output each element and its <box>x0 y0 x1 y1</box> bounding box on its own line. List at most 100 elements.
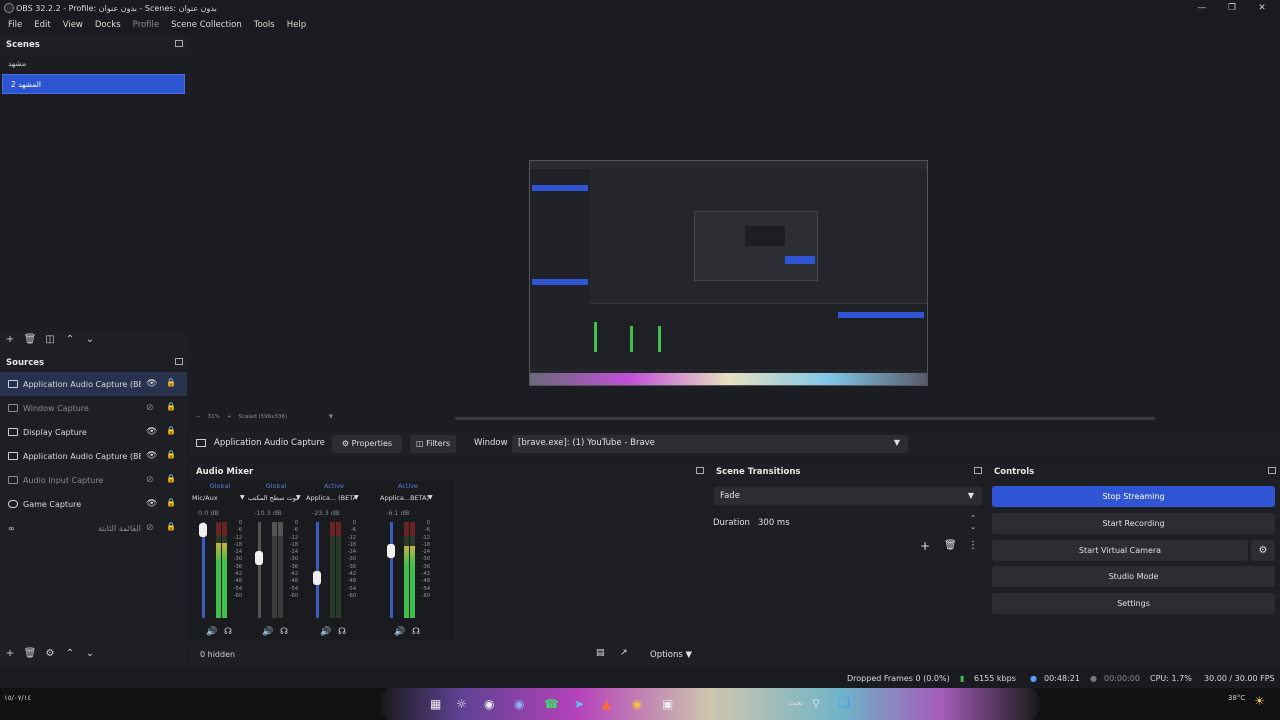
transition-select[interactable]: Fade ▼ <box>714 487 982 505</box>
eye-icon[interactable]: 👁 <box>146 451 157 461</box>
move-down-icon[interactable]: ⌄ <box>80 333 100 347</box>
discord-icon[interactable]: ◉ <box>514 697 524 711</box>
undock-icon[interactable] <box>175 40 183 47</box>
headphones-icon[interactable]: ☊ <box>338 627 346 637</box>
menu-edit[interactable]: Edit <box>28 20 56 30</box>
lock-icon[interactable]: 🔒 <box>166 426 176 435</box>
eye-icon[interactable]: 👁 <box>146 499 157 509</box>
speaker-icon[interactable]: 🔊 <box>206 627 217 637</box>
whatsapp-icon[interactable]: ☎ <box>544 697 559 711</box>
close-button[interactable]: ✕ <box>1248 1 1276 15</box>
move-up-icon[interactable]: ⌃ <box>60 647 80 661</box>
menu-file[interactable]: File <box>2 20 28 30</box>
start-virtual-camera-button[interactable]: Start Virtual Camera <box>992 540 1248 561</box>
properties-button[interactable]: ⚙ Properties <box>332 435 402 453</box>
undock-icon[interactable] <box>1268 467 1276 474</box>
source-item-link[interactable]: ∞ القائمة الثابتة ⊘ 🔒 <box>0 516 187 540</box>
eye-hidden-icon[interactable]: ⊘ <box>146 475 154 485</box>
remove-transition-icon[interactable]: 🗑 <box>944 540 957 551</box>
menu-view[interactable]: View <box>57 20 89 30</box>
settings-button[interactable]: Settings <box>992 593 1275 614</box>
channel-menu-icon[interactable]: ▼ <box>354 494 359 501</box>
maximize-button[interactable]: ❐ <box>1218 1 1246 15</box>
preview-scrollbar[interactable] <box>455 417 1155 420</box>
source-item-display-capture[interactable]: Display Capture 👁 🔒 <box>0 420 187 444</box>
remove-scene-icon[interactable]: 🗑 <box>20 333 40 347</box>
volume-fader-handle[interactable] <box>387 543 395 558</box>
virtual-camera-settings-icon[interactable]: ⚙ <box>1251 540 1275 561</box>
muted-speaker-icon[interactable]: 🔊 <box>262 627 273 637</box>
channel-menu-icon[interactable]: ▼ <box>296 494 301 501</box>
undock-icon[interactable] <box>696 467 704 474</box>
stop-streaming-button[interactable]: Stop Streaming <box>992 486 1275 507</box>
undock-icon[interactable] <box>974 467 982 474</box>
transition-menu-icon[interactable]: ⋮ <box>968 540 978 551</box>
lock-icon[interactable]: 🔒 <box>166 450 176 459</box>
mixer-link-icon[interactable]: ↗ <box>620 648 628 658</box>
source-item-game-capture[interactable]: Game Capture 👁 🔒 <box>0 492 187 516</box>
chrome-icon[interactable]: ◉ <box>632 697 642 711</box>
headphones-icon[interactable]: ☊ <box>224 627 232 637</box>
menu-tools[interactable]: Tools <box>248 20 281 30</box>
move-up-icon[interactable]: ⌃ <box>60 333 80 347</box>
preview-canvas[interactable] <box>529 160 928 386</box>
scene-item[interactable]: مشهد <box>0 54 187 74</box>
headphones-icon[interactable]: ☊ <box>280 627 288 637</box>
start-recording-button[interactable]: Start Recording <box>992 513 1275 534</box>
zoom-out-icon[interactable]: − <box>196 414 201 420</box>
eye-icon[interactable]: 👁 <box>146 427 157 437</box>
menu-scene-collection[interactable]: Scene Collection <box>165 20 248 30</box>
add-scene-icon[interactable]: + <box>0 333 20 347</box>
headphones-icon[interactable]: ☊ <box>412 627 420 637</box>
source-item-app-audio[interactable]: Application Audio Capture (BETA) 👁 🔒 <box>0 372 187 396</box>
speaker-icon[interactable]: 🔊 <box>394 627 405 637</box>
studio-mode-button[interactable]: Studio Mode <box>992 566 1275 587</box>
telegram-icon[interactable]: ➤ <box>574 697 584 711</box>
brave-icon[interactable]: ▲ <box>602 697 611 711</box>
menu-help[interactable]: Help <box>281 20 312 30</box>
speaker-icon[interactable]: 🔊 <box>320 627 331 637</box>
channel-menu-icon[interactable]: ▼ <box>428 494 433 501</box>
spin-up-icon[interactable]: ⌃ <box>970 514 976 522</box>
volume-fader-handle[interactable] <box>199 522 207 537</box>
scene-filters-icon[interactable]: ◫ <box>40 333 60 347</box>
mixer-layout-icon[interactable]: ▤ <box>596 648 605 658</box>
scene-item-selected[interactable]: المشهد 2 <box>2 74 185 94</box>
volume-fader-handle[interactable] <box>255 551 263 566</box>
taskbar-search-label[interactable]: بحث <box>788 698 803 707</box>
lock-icon[interactable]: 🔒 <box>166 378 176 387</box>
volume-fader-handle[interactable] <box>313 570 321 585</box>
add-transition-icon[interactable]: + <box>920 539 930 553</box>
file-explorer-icon[interactable]: ▣ <box>662 697 673 711</box>
source-item-app-audio-2[interactable]: Application Audio Capture (BETA) 2 👁 🔒 <box>0 444 187 468</box>
add-source-icon[interactable]: + <box>0 647 20 661</box>
lock-icon[interactable]: 🔒 <box>166 474 176 483</box>
lock-icon[interactable]: 🔒 <box>166 498 176 507</box>
source-item-audio-input[interactable]: Audio Input Capture ⊘ 🔒 <box>0 468 187 492</box>
source-properties-icon[interactable]: ⚙ <box>40 647 60 661</box>
spin-down-icon[interactable]: ⌄ <box>970 523 976 531</box>
app-icon[interactable]: ▦ <box>430 697 441 711</box>
volume-fader-track[interactable] <box>258 522 261 618</box>
preview-zoom-bar[interactable]: − 31% + Scaled (596x336) ▼ <box>196 414 333 420</box>
scale-dropdown-icon[interactable]: ▼ <box>329 414 333 420</box>
obs-taskbar-icon[interactable]: ◉ <box>484 697 494 711</box>
move-down-icon[interactable]: ⌄ <box>80 647 100 661</box>
undock-icon[interactable] <box>175 358 183 365</box>
duration-spinbox[interactable]: 300 ms ⌃ ⌄ <box>754 514 982 532</box>
windows-start-icon[interactable]: ❏ <box>838 696 850 711</box>
zoom-in-icon[interactable]: + <box>227 414 232 420</box>
lock-icon[interactable]: 🔒 <box>166 402 176 411</box>
minimize-button[interactable]: — <box>1188 1 1216 15</box>
window-select[interactable]: [brave.exe]: (1) YouTube - Brave ▼ <box>512 435 908 453</box>
lock-icon[interactable]: 🔒 <box>166 522 176 531</box>
eye-hidden-icon[interactable]: ⊘ <box>146 403 154 413</box>
eye-hidden-icon[interactable]: ⊘ <box>146 523 154 533</box>
source-item-window-capture[interactable]: Window Capture ⊘ 🔒 <box>0 396 187 420</box>
channel-menu-icon[interactable]: ▼ <box>240 494 245 501</box>
filters-button[interactable]: ◫ Filters <box>410 435 456 453</box>
remove-source-icon[interactable]: 🗑 <box>20 647 40 661</box>
menu-docks[interactable]: Docks <box>89 20 127 30</box>
search-icon[interactable]: ⚲ <box>812 697 820 710</box>
volume-fader-track[interactable] <box>390 522 393 618</box>
